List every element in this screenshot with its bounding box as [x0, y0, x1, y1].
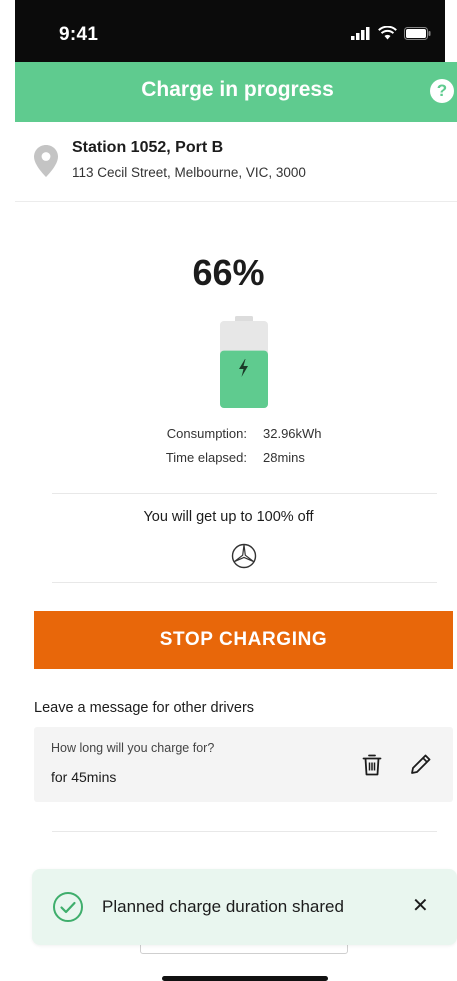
mercedes-logo-icon — [231, 543, 257, 569]
check-circle-icon — [53, 892, 83, 922]
divider — [52, 493, 437, 494]
consumption-value: 32.96kWh — [263, 426, 322, 441]
toast-notification: Planned charge duration shared ✕ — [32, 869, 457, 945]
message-answer: for 45mins — [51, 769, 117, 785]
offer-text: You will get up to 100% off — [143, 509, 314, 525]
station-name: Station 1052, Port B — [72, 139, 224, 156]
message-card: How long will you charge for? for 45mins — [34, 727, 453, 802]
app-header: Charge in progress ? — [15, 62, 457, 122]
status-time: 9:41 — [59, 24, 99, 45]
trash-icon[interactable] — [362, 754, 382, 776]
charge-percent: 66% — [192, 252, 265, 293]
divider — [52, 831, 437, 832]
location-pin-icon — [34, 145, 58, 177]
status-icons — [351, 26, 431, 40]
station-address: 113 Cecil Street, Melbourne, VIC, 3000 — [72, 165, 306, 180]
divider — [52, 582, 437, 583]
battery-fill — [220, 350, 268, 408]
wifi-icon — [378, 26, 397, 40]
time-elapsed-value: 28mins — [263, 450, 305, 465]
edit-pencil-icon[interactable] — [410, 753, 432, 775]
close-icon[interactable]: ✕ — [412, 893, 429, 918]
status-bar: 9:41 — [15, 0, 445, 62]
station-info: Station 1052, Port B 113 Cecil Street, M… — [15, 122, 457, 202]
page-title: Charge in progress — [141, 78, 334, 101]
signal-icon — [351, 26, 370, 40]
battery-level-icon — [220, 316, 268, 408]
message-question: How long will you charge for? — [51, 741, 215, 755]
toast-message: Planned charge duration shared — [102, 897, 344, 916]
time-elapsed-label: Time elapsed: — [165, 450, 247, 465]
help-button[interactable]: ? — [430, 79, 454, 103]
battery-icon — [404, 26, 431, 40]
message-heading: Leave a message for other drivers — [34, 700, 255, 716]
consumption-label: Consumption: — [166, 426, 247, 441]
stop-charging-button[interactable]: STOP CHARGING — [34, 611, 453, 669]
home-indicator — [162, 976, 328, 981]
